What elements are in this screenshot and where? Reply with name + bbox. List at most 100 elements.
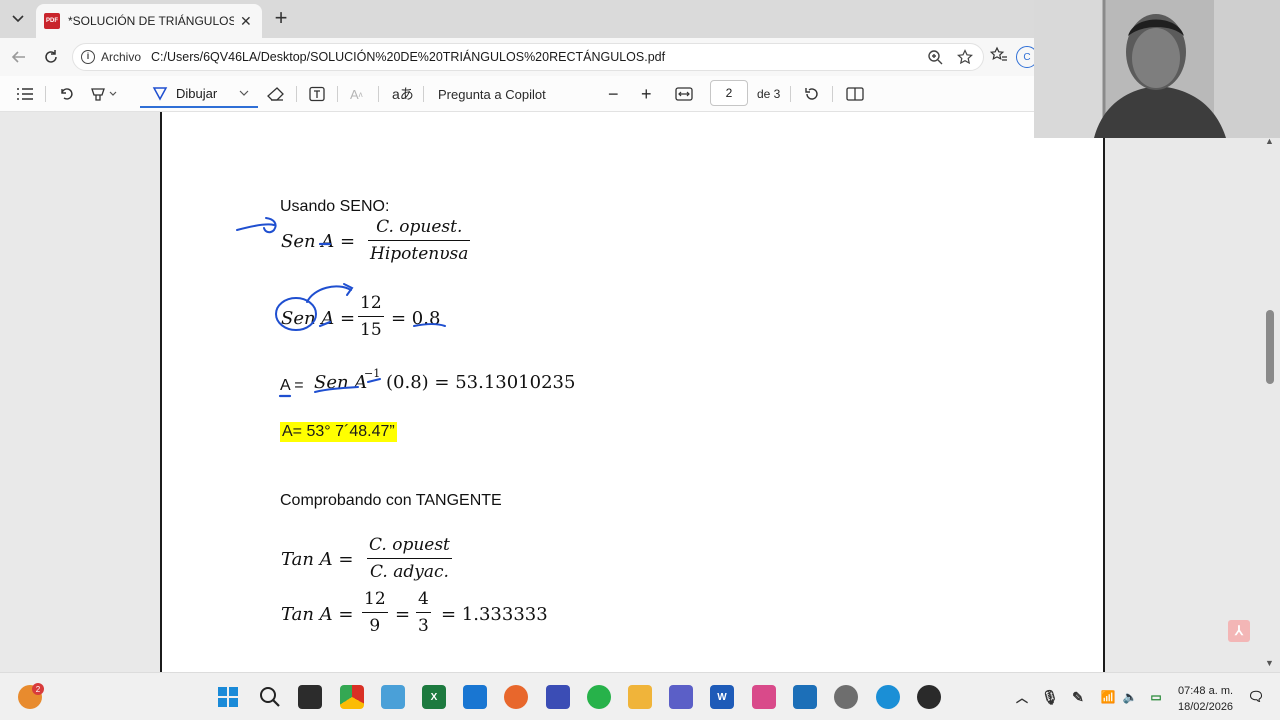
battery-icon[interactable]: ▭ [1144,685,1168,709]
inverse-rhs: (0.8) = 53.13010235 [386,372,576,393]
tray-date: 18/02/2026 [1178,701,1234,713]
obs-recorder-icon[interactable] [917,685,941,709]
sen2-numerator: 12 [360,293,382,313]
tab-actions-menu-icon[interactable] [6,7,30,31]
tan2-denominator-1: 9 [362,612,388,636]
teams-icon[interactable] [669,685,693,709]
tan2-fraction-1: 12 9 [362,589,388,636]
text-box-icon[interactable] [309,84,325,104]
page-number-input[interactable]: 2 [710,80,748,106]
active-tab[interactable]: PDF *SOLUCIÓN DE TRIÁNGULOS RECTÁNGULOS … [36,4,262,38]
tan2-denominator-2: 3 [416,612,431,636]
pdf-page: Usando SENO: Sen A = C. opuest. Hipotenυ… [160,112,1105,672]
tan2-numerator-1: 12 [364,589,386,609]
zoom-icon[interactable] [927,49,943,65]
undo-icon[interactable] [58,84,74,104]
translate-icon[interactable]: aあ [392,84,414,104]
firefox-icon[interactable] [504,685,528,709]
separator [423,86,424,102]
info-icon[interactable]: i [81,50,95,64]
sen2-denominator: 15 [358,316,384,340]
inverse-exponent: −1 [364,367,381,380]
contents-icon[interactable] [16,84,34,104]
sen-denominator: Hipotenυsa [368,240,471,264]
whatsapp-icon[interactable] [587,685,611,709]
windows-start-icon[interactable] [216,685,240,709]
close-tab-icon[interactable]: ✕ [240,13,252,30]
tan2-rhs: = 1.333333 [441,604,548,625]
tab-title: *SOLUCIÓN DE TRIÁNGULOS RECTÁNGULOS [68,14,234,28]
draw-button[interactable]: Dibujar [140,80,258,108]
webcam-person-image [1034,0,1280,138]
scroll-down-icon[interactable]: ▼ [1265,658,1274,668]
new-tab-plus-icon[interactable]: + [270,7,292,30]
zoom-in-icon[interactable]: + [641,84,652,104]
favorite-star-icon[interactable] [957,49,973,65]
tan2-equals: = [395,604,411,625]
file-explorer-icon[interactable] [628,685,652,709]
webcam-overlay [1034,0,1280,138]
volume-icon[interactable]: 🔈 [1118,685,1142,709]
ink-arrow-sen-head [263,217,277,234]
excel-icon[interactable]: X [422,685,446,709]
sen-fraction: C. opuest. Hipotenυsa [368,217,471,264]
highlight-icon[interactable] [90,84,120,104]
snipping-tool-icon[interactable] [752,685,776,709]
tan2-fraction-2: 4 3 [416,589,431,636]
zoom-out-icon[interactable]: − [608,84,619,104]
rotate-icon[interactable] [804,84,820,104]
task-view-icon[interactable] [298,685,322,709]
result-highlight: A= 53° 7´48.47” [280,422,397,442]
separator [790,86,791,102]
ink-arrow-sen [236,223,275,231]
acrobat-icon[interactable]: ⅄ [1228,620,1250,642]
notification-icon[interactable]: 🗨 [1244,685,1268,709]
ask-copilot-button[interactable]: Pregunta a Copilot [438,84,546,104]
widgets-badge: 2 [32,683,44,695]
sen-lhs: Sen A = [281,231,356,252]
separator [378,86,379,102]
tan2-lhs: Tan A = [281,604,354,625]
scroll-thumb[interactable] [1266,310,1274,384]
tray-time: 07:48 a. m. [1178,685,1234,697]
taskbar: 2 X W ︿ 🎙 ✎ 📶 🔈 ▭ 07:48 a. m. 18/02/2026… [0,672,1280,720]
favorites-icon[interactable] [990,46,1008,64]
tan-fraction: C. opuest C. adyac. [367,535,452,582]
window-app-icon[interactable] [463,685,487,709]
search-icon[interactable] [258,685,282,709]
draw-icon [152,87,168,101]
calendar-app-icon[interactable] [546,685,570,709]
word-icon[interactable]: W [710,685,734,709]
separator [296,86,297,102]
wifi-icon[interactable]: 📶 [1096,685,1120,709]
chevron-down-icon[interactable] [239,90,249,96]
pen-icon[interactable]: ✎ [1066,685,1090,709]
heading-seno: Usando SENO: [280,198,390,215]
separator [832,86,833,102]
eraser-icon[interactable] [267,84,285,104]
inverse-prefix: A = [280,377,304,394]
outlook-icon[interactable] [793,685,817,709]
chrome-profile-icon[interactable] [834,685,858,709]
ink-annotations [236,217,446,398]
chrome-icon[interactable] [340,685,364,709]
separator [45,86,46,102]
edge-icon[interactable] [876,685,900,709]
vertical-scrollbar[interactable]: ▲ ▼ [1262,136,1276,670]
two-page-view-icon[interactable] [846,84,864,104]
tray-clock[interactable]: 07:48 a. m. 18/02/2026 [1178,683,1233,715]
back-arrow-icon[interactable] [8,46,30,68]
sen2-rhs: = 0.8 [391,308,441,329]
refresh-icon[interactable] [40,46,62,68]
microphone-icon[interactable]: 🎙 [1038,685,1062,709]
address-bar[interactable]: i Archivo C:/Users/6QV46LA/Desktop/SOLUC… [72,43,984,71]
read-aloud-icon[interactable]: Aʌ [350,84,363,104]
url-text[interactable]: C:/Users/6QV46LA/Desktop/SOLUCIÓN%20DE%2… [151,50,665,64]
pdf-viewer[interactable]: Usando SENO: Sen A = C. opuest. Hipotenυ… [0,112,1280,672]
heading-tangente: Comprobando con TANGENTE [280,492,502,509]
ink-arrow-head [343,283,354,296]
photos-icon[interactable] [381,685,405,709]
inverse-expression: Sen A [314,372,368,393]
tray-chevron-up-icon[interactable]: ︿ [1010,685,1034,709]
fit-width-icon[interactable] [675,84,693,104]
